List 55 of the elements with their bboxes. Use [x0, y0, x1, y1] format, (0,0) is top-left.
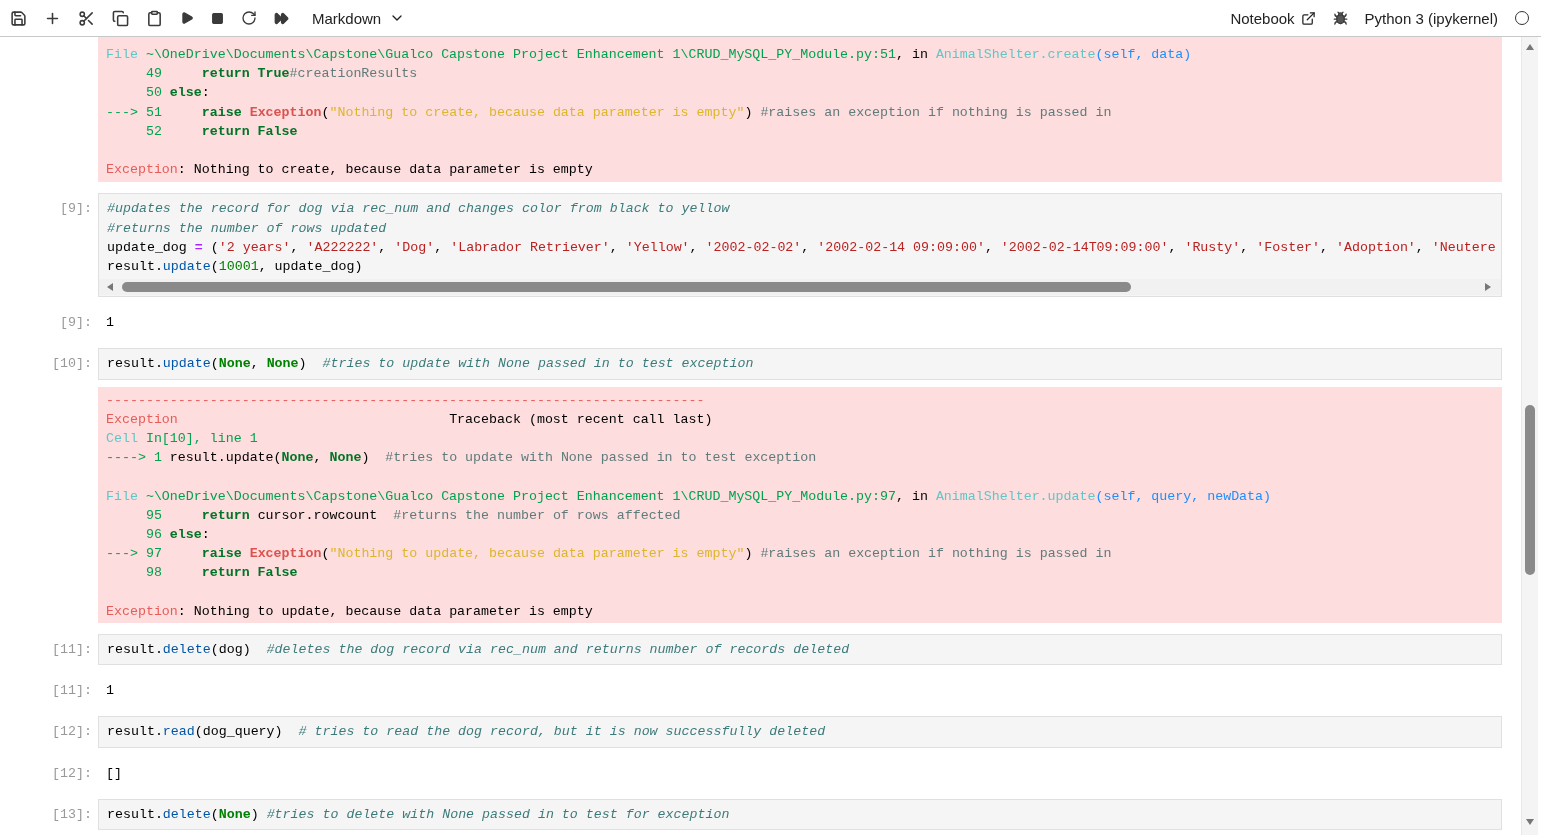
cell-prompt: [10]:	[52, 356, 92, 372]
code-cell[interactable]: result.delete(None) #tries to delete with None passed in to test for exception	[98, 798, 1502, 831]
traceback-line: 50 else:	[144, 84, 211, 103]
code-cell[interactable]: result.delete(dog) #deletes the dog record via rec_num and returns number of records deleted	[98, 634, 1502, 666]
save-icon[interactable]	[10, 9, 27, 27]
cell-type-dropdown[interactable]: Markdown	[312, 9, 406, 27]
traceback-line: 52 return False	[144, 122, 299, 141]
cell-prompt: [13]:	[52, 806, 92, 822]
clipboard-icon[interactable]	[146, 9, 163, 27]
traceback-line: File ~\OneDrive\Documents\Capstone\Gualco Capstone Project Enhancement 1\CRUD_MySQL_PY_Module.py:97, in AnimalShelter.update(self, query, newData)	[106, 487, 1273, 506]
traceback-line: ---------------------------------------------------------------------------	[106, 391, 706, 410]
cell-prompt: [12]:	[52, 724, 92, 740]
horizontal-scrollbar[interactable]	[99, 279, 1501, 296]
code-line: result.delete(None) #tries to delete with None passed in to test for exception	[107, 805, 731, 824]
output-text: 1	[106, 314, 115, 333]
traceback-line: 95 return cursor.rowcount #returns the number of rows affected	[144, 506, 682, 525]
notebook-link[interactable]: Notebook	[1230, 9, 1316, 27]
traceback-line: Cell In[10], line 1	[106, 430, 259, 449]
code-cell[interactable]: result.read(dog_query) # tries to read the dog record, but it is now successfully deleted	[98, 716, 1502, 748]
fast-forward-icon[interactable]	[274, 10, 289, 26]
traceback-line: Exception: Nothing to update, because data parameter is empty	[106, 602, 594, 621]
traceback-line: ---> 51 raise Exception("Nothing to create, because data parameter is empty") #raises an exception if nothing is passed in	[106, 103, 1113, 122]
traceback-line: ----> 1 result.update(None, None) #tries to update with None passed in to test exception	[106, 449, 818, 468]
cell-prompt: [9]:	[60, 315, 92, 331]
copy-icon[interactable]	[112, 9, 129, 27]
code-line: result.update(None, None) #tries to update with None passed in to test exception	[107, 355, 755, 374]
traceback-line: Exception Traceback (most recent call last)	[106, 410, 714, 429]
code-line: update_dog = ('2 years', 'A222222', 'Dog', 'Labrador Retriever', 'Yellow', '2002-02-02', '2002-02-14 09:09:00', '2002-02-14T09:09:00', 'Rusty', 'Foster', 'Adoption', 'Neutere	[107, 238, 1493, 257]
cut-icon[interactable]	[78, 9, 95, 27]
code-line: #returns the number of rows updated	[107, 219, 388, 238]
cell-prompt: [11]:	[52, 642, 92, 658]
vertical-scrollbar[interactable]	[1521, 37, 1538, 835]
restart-icon[interactable]	[241, 10, 257, 26]
code-line: result.update(10001, update_dog)	[107, 258, 364, 276]
traceback-line: 96 else:	[144, 526, 211, 545]
stop-icon[interactable]	[211, 11, 224, 25]
cell-prompt: [12]:	[52, 765, 92, 781]
cell-prompt: [9]:	[60, 201, 92, 217]
output-text: []	[106, 764, 123, 783]
external-link-icon	[1300, 10, 1316, 26]
kernel-name[interactable]: Python 3 (ipykernel)	[1364, 9, 1498, 27]
output-text: 1	[106, 682, 115, 701]
traceback-line: File ~\OneDrive\Documents\Capstone\Gualco Capstone Project Enhancement 1\CRUD_MySQL_PY_Module.py:51, in AnimalShelter.create(self, data)	[106, 46, 1193, 64]
play-icon[interactable]	[180, 11, 194, 25]
traceback-line: 98 return False	[144, 564, 299, 583]
code-cell[interactable]	[98, 193, 1502, 298]
code-cell[interactable]: result.update(None, None) #tries to update with None passed in to test exception	[98, 348, 1502, 380]
code-line: result.read(dog_query) # tries to read the dog record, but it is now successfully deleted	[107, 723, 827, 742]
traceback-line: 49 return True#creationResults	[144, 65, 419, 84]
cell-prompt: [11]:	[52, 683, 92, 699]
code-line: result.delete(dog) #deletes the dog record via rec_num and returns number of records deleted	[107, 641, 851, 660]
traceback-line: Exception: Nothing to create, because data parameter is empty	[106, 161, 594, 180]
code-line: #updates the record for dog via rec_num and changes color from black to yellow	[107, 200, 731, 219]
bug-icon[interactable]	[1332, 10, 1348, 26]
traceback-line: ---> 97 raise Exception("Nothing to update, because data parameter is empty") #raises an exception if nothing is passed in	[106, 545, 1113, 564]
